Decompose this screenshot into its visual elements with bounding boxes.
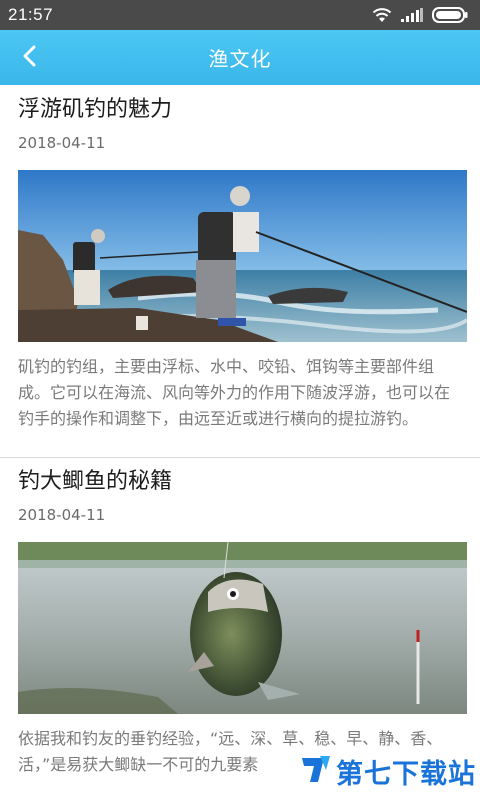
status-time: 21:57 [8,5,54,24]
article-card[interactable]: 浮游矶钓的魅力 2018-04-11 矶钓的钓组，主要由浮标、水中、咬铅、饵钩等… [0,85,480,458]
article-date: 2018-04-11 [18,134,106,152]
page-title: 渔文化 [208,47,272,71]
download-site-logo [298,752,332,790]
battery-icon [432,7,468,23]
back-button[interactable] [10,38,50,78]
article-summary: 矶钓的钓组，主要由浮标、水中、咬铅、饵钩等主要部件组成。它可以在海流、风向等外力… [18,357,451,428]
status-icons [372,7,468,23]
article-title: 浮游矶钓的魅力 [18,97,173,122]
article-image [18,170,467,342]
chevron-left-icon [22,45,38,71]
signal-icon [401,8,423,22]
wifi-icon [372,7,392,23]
article-title: 钓大鲫鱼的秘籍 [18,469,173,494]
status-bar: 21:57 [0,0,480,30]
watermark-text: 第七下载站 [336,758,476,790]
article-image [18,542,467,714]
watermark: 第七下载站 [276,746,476,796]
article-list[interactable]: 浮游矶钓的魅力 2018-04-11 矶钓的钓组，主要由浮标、水中、咬铅、饵钩等… [0,85,480,800]
article-date: 2018-04-11 [18,506,106,524]
app-bar: 渔文化 [0,30,480,85]
